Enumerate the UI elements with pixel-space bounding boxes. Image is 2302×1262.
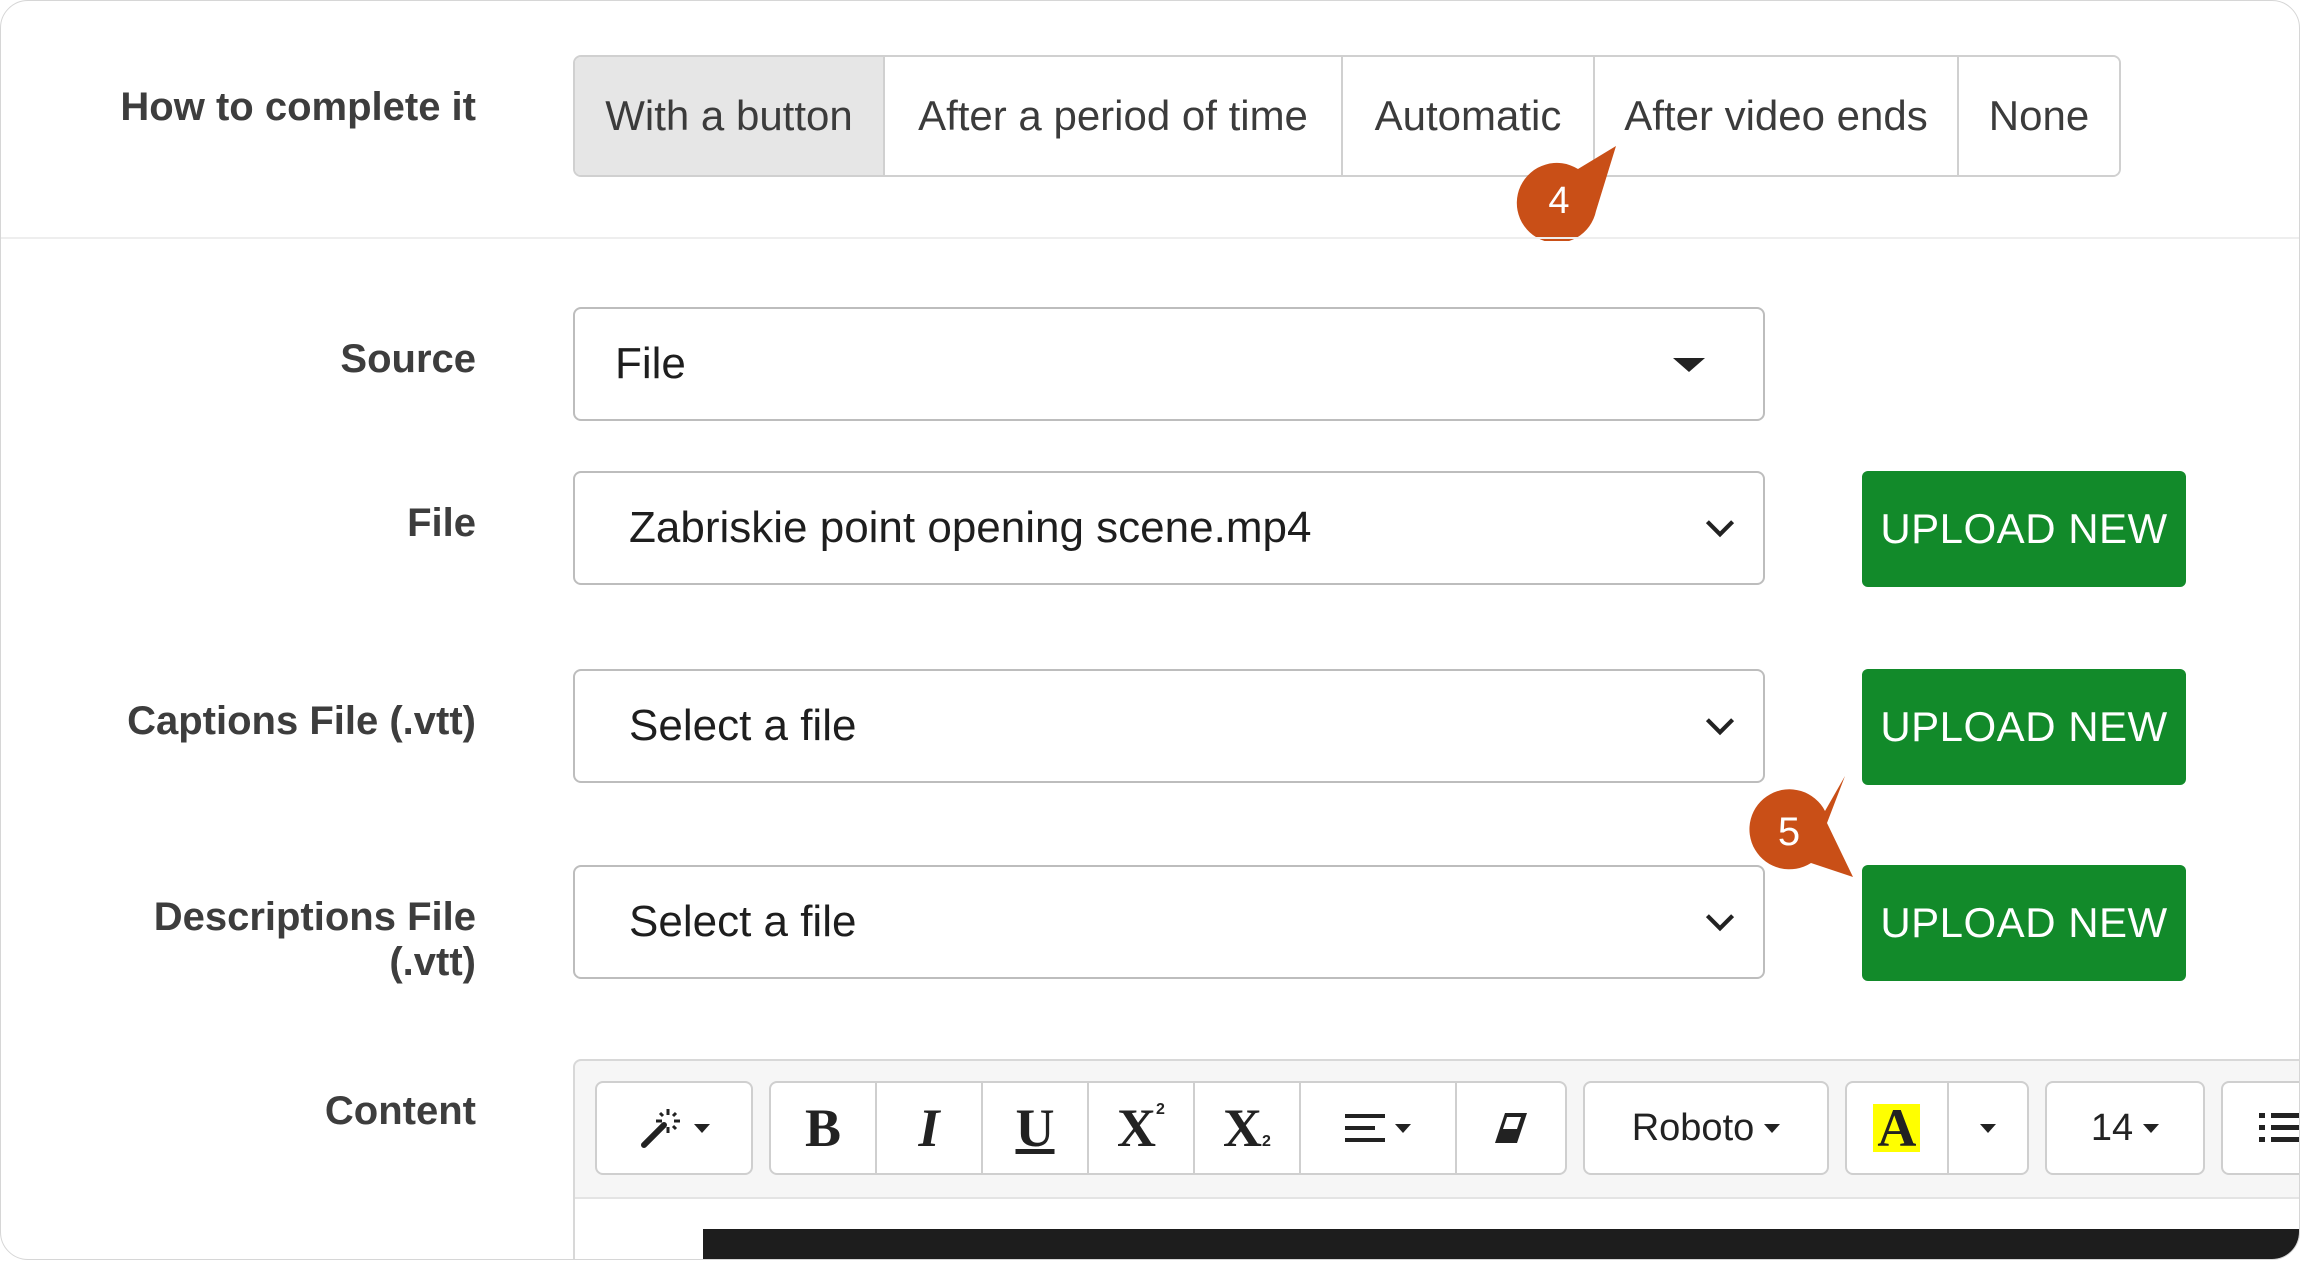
caret-down-icon <box>1395 1123 1411 1133</box>
magic-wand-icon <box>641 1109 680 1148</box>
align-left-icon <box>1345 1114 1385 1142</box>
file-label: File <box>407 501 476 545</box>
font-family-value: Roboto <box>1631 1106 1755 1149</box>
descriptions-label: Descriptions File (.vtt) <box>153 895 476 984</box>
toolbar-size-group: 14 <box>2045 1081 2205 1175</box>
font-size-dropdown[interactable]: 14 <box>2047 1083 2203 1173</box>
clear-format-button[interactable] <box>1457 1083 1565 1173</box>
font-family-dropdown[interactable]: Roboto <box>1585 1083 1827 1173</box>
eraser-icon <box>1495 1113 1527 1143</box>
toolbar-style-group <box>595 1081 753 1175</box>
align-button[interactable] <box>1301 1083 1457 1173</box>
option-after-video-ends[interactable]: After video ends <box>1595 57 1959 175</box>
option-with-a-button[interactable]: With a button <box>575 57 885 175</box>
toolbar-color-group: A <box>1845 1081 2029 1175</box>
form-panel: How to complete it With a button After a… <box>0 0 2300 1260</box>
magic-wand-button[interactable] <box>597 1083 751 1173</box>
caret-down-icon <box>1764 1123 1781 1133</box>
embedded-video-thumbnail <box>703 1229 2299 1259</box>
callout-5: 5 <box>1749 776 1853 877</box>
list-icon <box>2259 1113 2299 1142</box>
completion-label: How to complete it <box>120 85 476 129</box>
descriptions-value: Select a file <box>629 897 857 946</box>
highlight-icon: A <box>1873 1101 1921 1155</box>
toolbar-format-group: B I U X2 X2 <box>769 1081 1567 1175</box>
italic-button[interactable]: I <box>877 1083 983 1173</box>
captions-value: Select a file <box>629 701 857 750</box>
subscript-button[interactable]: X2 <box>1195 1083 1301 1173</box>
source-value: File <box>615 339 686 388</box>
font-size-value: 14 <box>2090 1106 2134 1149</box>
file-select[interactable]: Zabriskie point opening scene.mp4 <box>573 471 1765 585</box>
callout-5-number: 5 <box>1778 810 1800 854</box>
file-value: Zabriskie point opening scene.mp4 <box>629 503 1312 552</box>
underline-button[interactable]: U <box>983 1083 1089 1173</box>
source-label: Source <box>340 337 476 381</box>
caret-down-icon <box>1979 1123 1996 1133</box>
caret-down-icon <box>2143 1123 2160 1133</box>
content-label: Content <box>324 1089 476 1133</box>
color-dropdown-button[interactable] <box>1949 1083 2027 1173</box>
highlight-color-button[interactable]: A <box>1847 1083 1949 1173</box>
chevron-down-icon <box>1705 718 1735 736</box>
superscript-button[interactable]: X2 <box>1089 1083 1195 1173</box>
subscript-icon: X <box>1223 1098 1263 1158</box>
chevron-down-icon <box>1705 520 1735 538</box>
source-select[interactable]: File <box>573 307 1765 421</box>
captions-select[interactable]: Select a file <box>573 669 1765 783</box>
toolbar-font-group: Roboto <box>1583 1081 1829 1175</box>
upload-descriptions-button[interactable]: UPLOAD NEW <box>1862 865 2186 981</box>
option-after-period[interactable]: After a period of time <box>885 57 1343 175</box>
toolbar-list-group <box>2221 1081 2299 1175</box>
chevron-down-icon <box>1705 914 1735 932</box>
superscript-icon: X <box>1117 1098 1157 1158</box>
caret-down-icon <box>1673 358 1705 372</box>
option-none[interactable]: None <box>1959 57 2119 175</box>
upload-captions-button[interactable]: UPLOAD NEW <box>1862 669 2186 785</box>
callout-4-number: 4 <box>1548 180 1569 222</box>
captions-label: Captions File (.vtt) <box>127 699 476 743</box>
rich-text-editor: B I U X2 X2 Roboto A 14 <box>573 1059 2299 1259</box>
bold-button[interactable]: B <box>771 1083 877 1173</box>
callout-4: 4 <box>1516 146 1616 241</box>
upload-file-button[interactable]: UPLOAD NEW <box>1862 471 2186 587</box>
completion-segmented-control: With a button After a period of time Aut… <box>573 55 2121 177</box>
section-divider <box>1 237 2299 239</box>
list-button[interactable] <box>2223 1083 2299 1173</box>
descriptions-select[interactable]: Select a file <box>573 865 1765 979</box>
caret-down-icon <box>694 1123 710 1133</box>
